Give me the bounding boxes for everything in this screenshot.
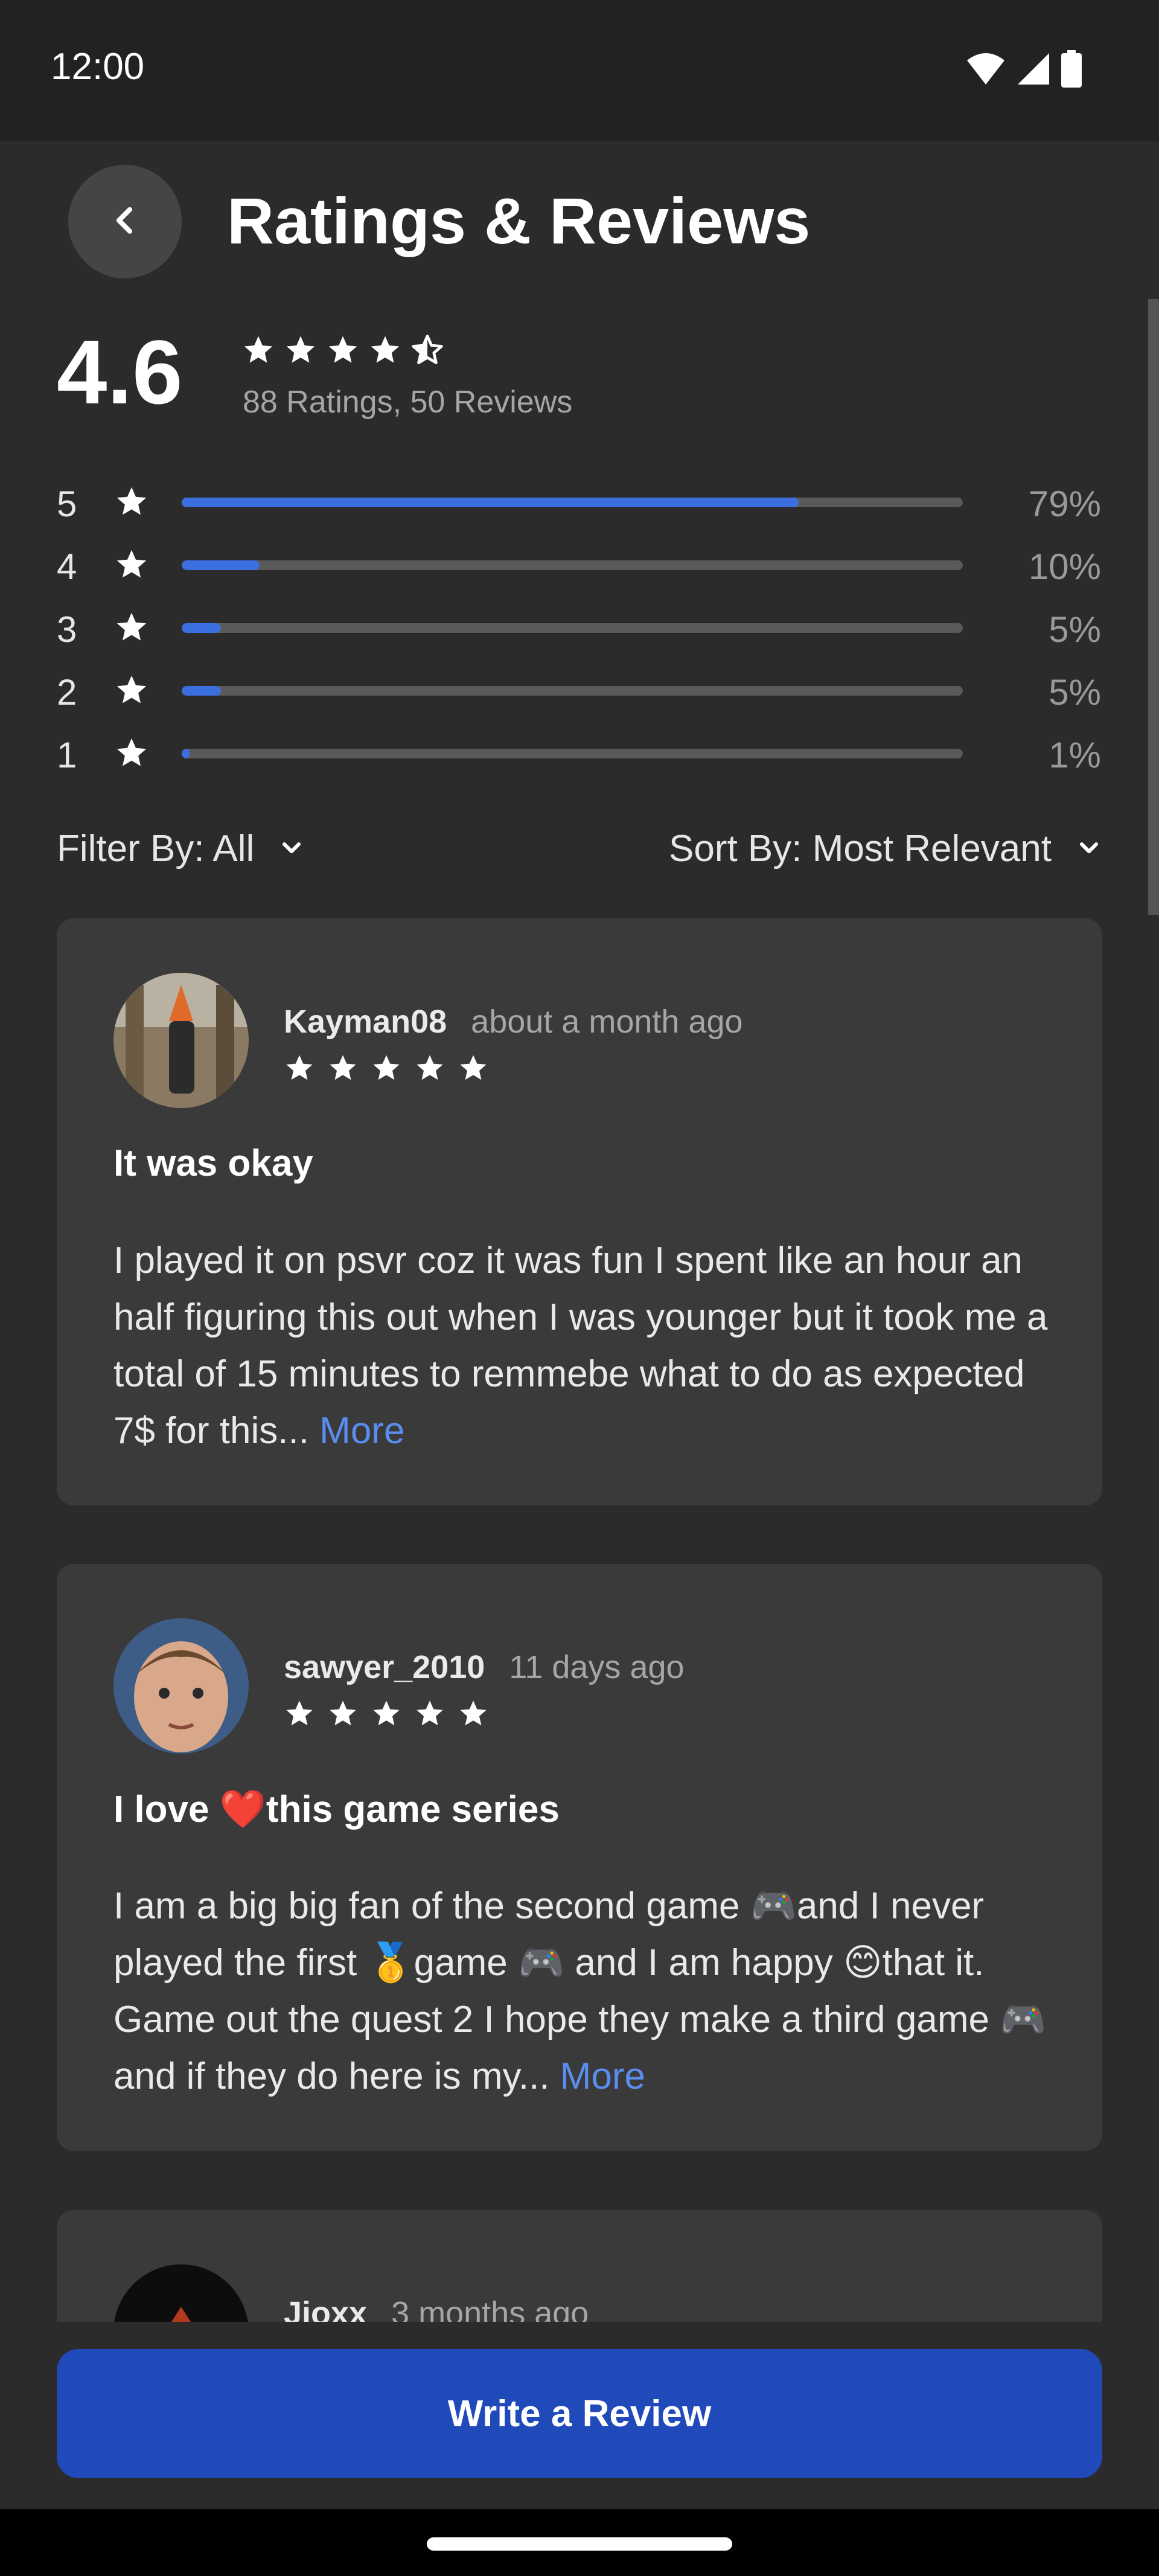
distribution-bar-fill	[182, 623, 221, 633]
distribution-row: 2 5%	[57, 665, 1101, 728]
more-link[interactable]: More	[319, 1410, 404, 1452]
app-bar: Ratings & Reviews	[0, 141, 1159, 298]
distribution-row: 5 79%	[57, 477, 1101, 540]
review-time: about a month ago	[471, 1004, 743, 1040]
distribution-star-count: 1	[57, 735, 77, 775]
star-icon	[114, 610, 149, 648]
distribution-star-count: 3	[57, 609, 77, 650]
star-icon	[327, 1698, 359, 1732]
review-card: sawyer_2010 11 days ago I love ❤️this ga…	[57, 1564, 1102, 2151]
distribution-percent: 1%	[1049, 735, 1101, 775]
rating-distribution: 5 79% 4 10% 3 5% 2 5% 1 1%	[57, 477, 1101, 791]
distribution-star-count: 2	[57, 672, 77, 713]
status-icons	[966, 50, 1082, 91]
home-indicator[interactable]	[427, 2537, 732, 2551]
back-button[interactable]	[68, 165, 182, 278]
page-title: Ratings & Reviews	[227, 184, 811, 257]
review-title: It was okay	[113, 1142, 313, 1184]
distribution-bar	[182, 498, 963, 507]
star-icon	[371, 1053, 402, 1087]
distribution-row: 3 5%	[57, 603, 1101, 665]
star-icon	[284, 1053, 315, 1087]
star-icon	[114, 735, 149, 774]
distribution-bar	[182, 623, 963, 633]
star-icon	[414, 1053, 445, 1087]
star-icon	[284, 333, 318, 370]
avatar	[113, 1618, 249, 1754]
review-body: I am a big big fan of the second game 🎮a…	[113, 1878, 1055, 2105]
distribution-row: 4 10%	[57, 540, 1101, 603]
filter-label: Filter By: All	[57, 828, 255, 870]
avatar	[113, 973, 249, 1108]
battery-icon	[1061, 50, 1082, 91]
chevron-left-icon	[107, 202, 143, 242]
average-rating: 4.6	[57, 321, 183, 423]
star-icon	[414, 1698, 445, 1732]
filter-sort-row: Filter By: All Sort By: Most Relevant	[57, 821, 1102, 882]
sort-dropdown[interactable]: Sort By: Most Relevant	[669, 827, 1102, 870]
reviewer-name: Kayman08	[284, 1004, 447, 1040]
filter-dropdown[interactable]: Filter By: All	[57, 827, 305, 870]
distribution-bar	[182, 749, 963, 758]
navigation-bar	[0, 2509, 1159, 2576]
star-icon	[114, 547, 149, 585]
reviewer-meta: Kayman08 about a month ago	[284, 1003, 743, 1040]
distribution-percent: 5%	[1049, 609, 1101, 650]
distribution-percent: 10%	[1028, 546, 1101, 587]
star-icon	[284, 1698, 315, 1732]
cell-signal-icon	[1017, 52, 1050, 89]
distribution-bar-fill	[182, 560, 260, 570]
star-icon	[241, 333, 275, 370]
review-body: I played it on psvr coz it was fun I spe…	[113, 1232, 1055, 1459]
distribution-percent: 79%	[1028, 484, 1101, 524]
chevron-down-icon	[1076, 827, 1102, 870]
review-time: 11 days ago	[509, 1649, 685, 1685]
distribution-star-count: 4	[57, 546, 77, 587]
sort-label: Sort By: Most Relevant	[668, 828, 1052, 870]
star-icon	[458, 1053, 489, 1087]
chevron-down-icon	[278, 827, 305, 870]
star-icon	[114, 673, 149, 711]
distribution-bar-fill	[182, 749, 190, 758]
scrollbar[interactable]	[1148, 299, 1159, 915]
distribution-bar	[182, 560, 963, 570]
distribution-bar-fill	[182, 498, 799, 507]
wifi-icon	[966, 52, 1006, 89]
status-bar: 12:00	[0, 0, 1159, 141]
star-half-icon	[410, 333, 444, 370]
distribution-percent: 5%	[1049, 672, 1101, 713]
review-stars	[284, 1698, 489, 1732]
star-icon	[114, 484, 149, 522]
star-icon	[368, 333, 402, 370]
star-icon	[458, 1698, 489, 1732]
star-icon	[371, 1698, 402, 1732]
distribution-star-count: 5	[57, 484, 77, 524]
distribution-bar-fill	[182, 686, 221, 696]
review-card: Kayman08 about a month ago It was okay I…	[57, 918, 1102, 1505]
review-text: I played it on psvr coz it was fun I spe…	[113, 1240, 1048, 1452]
distribution-row: 1 1%	[57, 728, 1101, 791]
more-link[interactable]: More	[560, 2055, 645, 2097]
ratings-count: 88 Ratings, 50 Reviews	[243, 385, 573, 420]
summary-stars	[241, 333, 444, 370]
star-icon	[327, 1053, 359, 1087]
review-title: I love ❤️this game series	[113, 1789, 560, 1830]
distribution-bar	[182, 686, 963, 696]
reviewer-name: sawyer_2010	[284, 1649, 485, 1685]
review-stars	[284, 1053, 489, 1087]
reviewer-meta: sawyer_2010 11 days ago	[284, 1648, 685, 1686]
star-icon	[326, 333, 360, 370]
write-review-button[interactable]: Write a Review	[57, 2349, 1102, 2478]
status-time: 12:00	[51, 46, 145, 88]
